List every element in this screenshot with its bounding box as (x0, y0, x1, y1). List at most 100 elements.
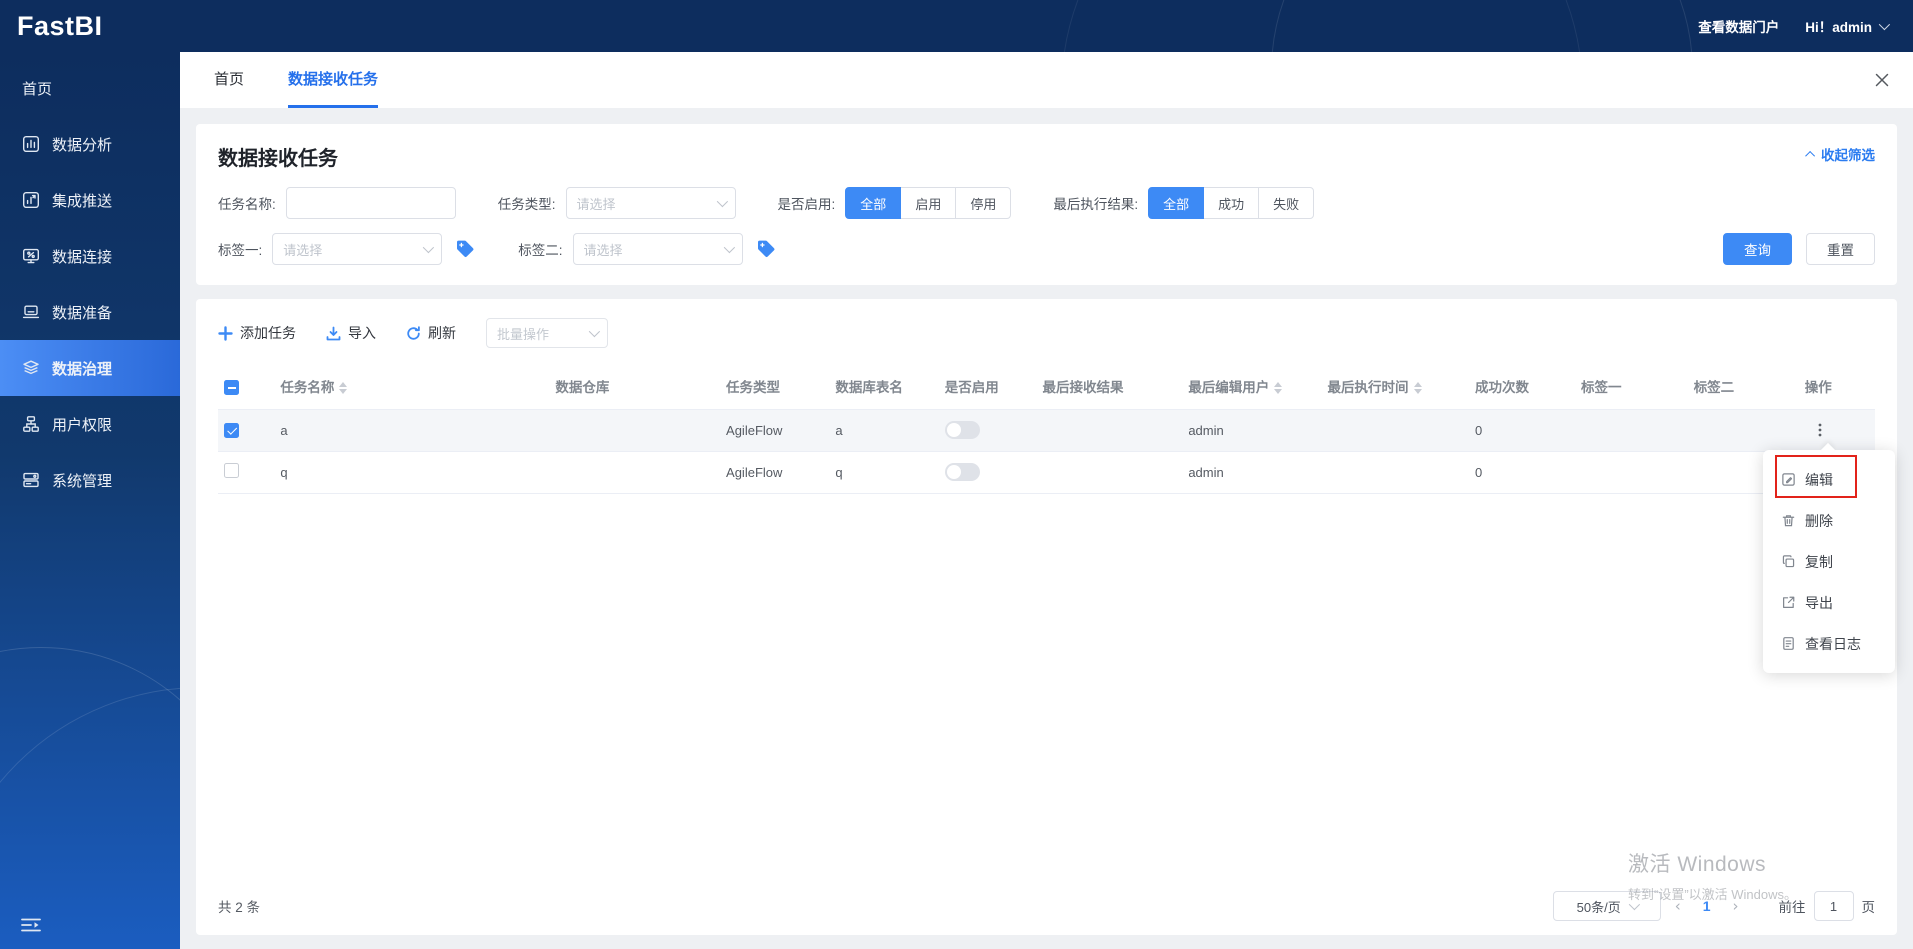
sidebar-item-label: 数据准备 (52, 304, 113, 322)
menu-item-delete[interactable]: 删除 (1763, 500, 1895, 541)
menu-item-edit[interactable]: 编辑 (1763, 459, 1895, 500)
page-size-select[interactable]: 50条/页 (1552, 891, 1661, 921)
task-type-select[interactable]: 请选择 (565, 187, 736, 219)
goto-page-input[interactable] (1813, 891, 1854, 921)
col-task-name[interactable]: 任务名称 (274, 363, 549, 409)
table-row[interactable]: a AgileFlow a admin 0 (218, 409, 1875, 451)
sidebar-item-data-connection[interactable]: 数据连接 (0, 228, 180, 284)
tag-icon[interactable] (755, 238, 777, 260)
sidebar-item-data-preparation[interactable]: 数据准备 (0, 284, 180, 340)
col-last-editor[interactable]: 最后编辑用户 (1182, 363, 1321, 409)
sidebar-item-label: 集成推送 (52, 192, 113, 210)
sidebar-item-system-management[interactable]: 系统管理 (0, 452, 180, 508)
cell-db-table: q (835, 464, 843, 480)
enabled-toggle[interactable] (944, 421, 980, 439)
current-page[interactable]: 1 (1695, 898, 1719, 914)
result-success-button[interactable]: 成功 (1203, 187, 1260, 219)
filter-row-1: 任务名称: 任务类型: 请选择 是否启用: 全部 启用 停用 最后执行结果: 全… (218, 187, 1875, 219)
total-count: 共 2 条 (218, 900, 261, 915)
result-button-group: 全部 成功 失败 (1148, 187, 1315, 219)
sidebar-collapse-button[interactable] (20, 915, 42, 935)
row-checkbox[interactable] (224, 422, 239, 438)
prev-page-button[interactable]: ‹ (1661, 897, 1695, 915)
col-last-result: 最后接收结果 (1042, 379, 1124, 395)
select-all-checkbox[interactable] (224, 380, 239, 395)
next-page-button[interactable]: › (1719, 897, 1753, 915)
task-name-input[interactable] (285, 187, 456, 219)
filter-row-2: 标签一: 请选择 标签二: 请选择 查询 重置 (218, 233, 1875, 265)
task-type-label: 任务类型: (497, 197, 556, 212)
sidebar-item-label: 数据连接 (52, 248, 113, 266)
enabled-on-button[interactable]: 启用 (900, 187, 957, 219)
enabled-all-button[interactable]: 全部 (845, 187, 902, 219)
filter-panel: 数据接收任务 收起筛选 任务名称: 任务类型: 请选择 是否启用: 全部 启用 … (196, 124, 1897, 285)
enabled-off-button[interactable]: 停用 (955, 187, 1012, 219)
table-footer: 共 2 条 50条/页 ‹ 1 › 前往 页 (218, 883, 1875, 935)
cell-task-type: AgileFlow (726, 422, 783, 438)
sidebar-item-data-analysis[interactable]: 数据分析 (0, 116, 180, 172)
enabled-toggle[interactable] (944, 463, 980, 481)
collapse-filter-link[interactable]: 收起筛选 (1805, 144, 1875, 164)
search-button[interactable]: 查询 (1723, 233, 1792, 265)
tag-icon[interactable] (454, 238, 476, 260)
task-name-label: 任务名称: (218, 197, 276, 212)
batch-actions-select[interactable]: 批量操作 (486, 318, 608, 348)
sidebar-item-home[interactable]: 首页 (0, 60, 180, 116)
tab-data-receive-tasks[interactable]: 数据接收任务 (288, 52, 379, 108)
sidebar-item-user-permissions[interactable]: 用户权限 (0, 396, 180, 452)
cell-tag2 (1688, 409, 1799, 451)
last-result-label: 最后执行结果: (1053, 197, 1139, 212)
cell-task-name: q (280, 464, 288, 480)
sort-icon[interactable] (1413, 382, 1422, 395)
reset-button[interactable]: 重置 (1806, 233, 1875, 265)
row-checkbox[interactable] (224, 463, 239, 478)
enabled-button-group: 全部 启用 停用 (845, 187, 1012, 219)
plus-icon (218, 325, 233, 341)
sidebar-item-integration-push[interactable]: 集成推送 (0, 172, 180, 228)
tag2-select[interactable]: 请选择 (572, 233, 743, 265)
sidebar-item-label: 数据分析 (52, 136, 113, 154)
org-chart-icon (22, 415, 40, 433)
menu-item-view-log[interactable]: 查看日志 (1763, 623, 1895, 664)
log-icon (1781, 636, 1796, 651)
user-menu[interactable]: Hi！admin (1805, 16, 1891, 36)
sidebar-item-data-governance[interactable]: 数据治理 (0, 340, 180, 396)
user-greeting: Hi！admin (1805, 20, 1872, 35)
cell-warehouse (549, 409, 720, 451)
col-db-table: 数据库表名 (835, 379, 903, 395)
col-actions: 操作 (1804, 379, 1832, 395)
sort-icon[interactable] (1274, 382, 1283, 395)
sort-icon[interactable] (339, 382, 348, 395)
layers-icon (22, 359, 40, 377)
close-icon[interactable] (1873, 71, 1891, 89)
row-actions-icon[interactable] (1811, 421, 1829, 439)
chevron-down-icon (1878, 18, 1891, 31)
import-button[interactable]: 导入 (326, 323, 376, 343)
tab-home[interactable]: 首页 (214, 52, 244, 108)
col-last-time[interactable]: 最后执行时间 (1322, 363, 1469, 409)
result-all-button[interactable]: 全部 (1148, 187, 1205, 219)
sidebar-menu: 首页 数据分析 集成推送 数据连接 数据准备 数据治理 用户权限 系统管理 (0, 52, 180, 508)
table-row[interactable]: q AgileFlow q admin 0 (218, 451, 1875, 493)
page-unit-label: 页 (1861, 900, 1876, 915)
cell-tag1 (1575, 409, 1688, 451)
result-fail-button[interactable]: 失败 (1258, 187, 1315, 219)
refresh-button[interactable]: 刷新 (406, 323, 456, 343)
cell-warehouse (549, 451, 720, 493)
push-chart-icon (22, 191, 40, 209)
chevron-down-icon (723, 241, 735, 254)
chevron-down-icon (588, 325, 601, 338)
menu-item-export[interactable]: 导出 (1763, 582, 1895, 623)
portal-link[interactable]: 查看数据门户 (1698, 16, 1779, 36)
add-task-button[interactable]: 添加任务 (218, 323, 296, 343)
sidebar-item-label: 数据治理 (52, 360, 113, 378)
cell-last-time (1322, 451, 1469, 493)
server-settings-icon (22, 471, 40, 489)
app-logo: FastBI (17, 10, 103, 41)
tag1-select[interactable]: 请选择 (272, 233, 443, 265)
menu-item-copy[interactable]: 复制 (1763, 541, 1895, 582)
cell-success-count: 0 (1474, 464, 1483, 480)
tag1-label: 标签一: (218, 243, 263, 258)
col-warehouse: 数据仓库 (555, 379, 610, 395)
enabled-label: 是否启用: (777, 197, 836, 212)
